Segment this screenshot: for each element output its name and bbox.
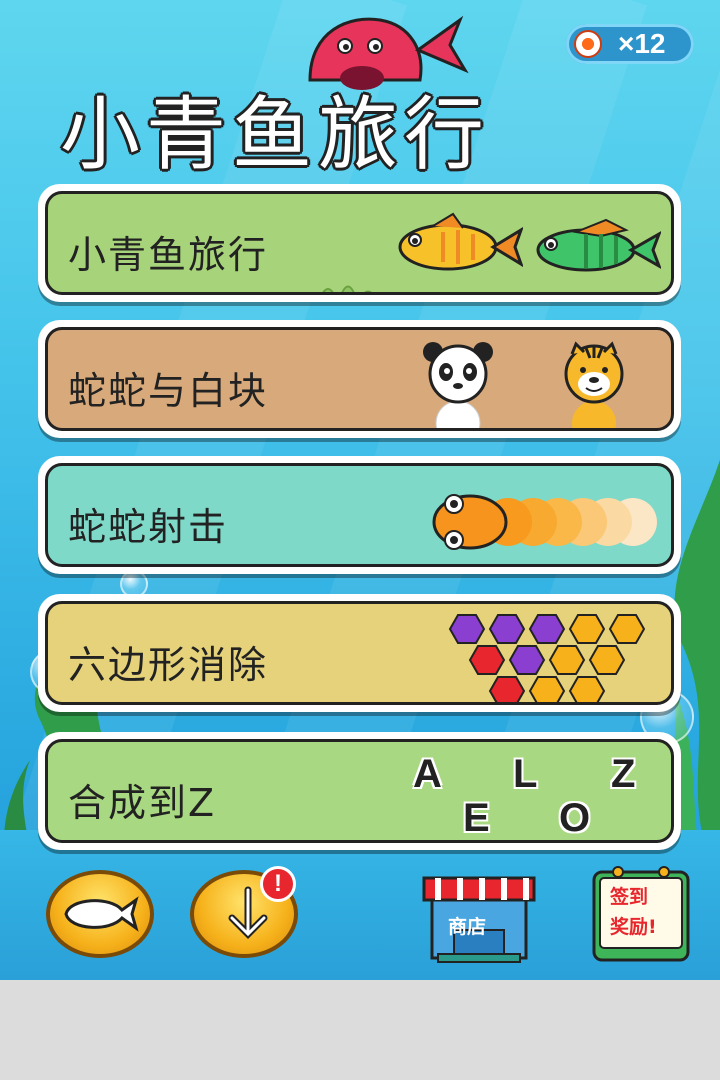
card-inner: 蛇蛇与白块 <box>45 327 674 431</box>
letter-tile: A <box>413 752 442 796</box>
green-fish-icon <box>536 218 661 272</box>
letter-tile: Z <box>611 752 636 796</box>
coin-count: ×12 <box>618 28 666 59</box>
game-card-label: 小青鱼旅行 <box>68 233 269 277</box>
game-card-merge-to-z[interactable]: 合成到Z A L Z E O <box>38 732 681 850</box>
card-inner: 小青鱼旅行 <box>45 191 674 295</box>
game-card-label: 蛇蛇与白块 <box>68 369 269 413</box>
snake-icon <box>432 494 657 550</box>
orange-fish-icon <box>398 212 523 271</box>
coin-icon <box>574 30 602 58</box>
tiger-icon <box>564 341 624 428</box>
letter-tile: O <box>559 796 591 840</box>
game-card-snake-shooter[interactable]: 蛇蛇射击 <box>38 456 681 574</box>
fish-icon <box>64 896 139 932</box>
coin-counter: ×12 <box>566 24 694 64</box>
card-inner: 六边形消除 <box>45 601 674 705</box>
checkin-reward-label: 奖励! <box>610 916 657 938</box>
fish-collection-button[interactable] <box>46 870 154 958</box>
letter-tile: L <box>513 752 538 796</box>
card-inner: 蛇蛇射击 <box>45 463 674 567</box>
game-card-fish-travel[interactable]: 小青鱼旅行 <box>38 184 681 302</box>
game-card-label: 蛇蛇射击 <box>68 505 229 549</box>
daily-checkin-button[interactable]: 签到 奖励! <box>588 862 694 964</box>
shop-button[interactable]: 商店 <box>420 868 538 964</box>
panda-icon <box>423 342 493 428</box>
game-card-snake-blocks[interactable]: 蛇蛇与白块 <box>38 320 681 438</box>
letter-tile: E <box>463 796 490 840</box>
card-inner: 合成到Z A L Z E O <box>45 739 674 843</box>
game-title: 小青鱼旅行 <box>60 88 490 181</box>
notification-badge: ! <box>260 866 296 902</box>
game-card-label: 六边形消除 <box>68 643 269 687</box>
hexagon-gems-icon <box>448 614 646 702</box>
shop-label: 商店 <box>448 916 487 938</box>
game-card-hexagon-match[interactable]: 六边形消除 <box>38 594 681 712</box>
letter-tiles: A L Z E O <box>413 752 671 840</box>
checkin-label: 签到 <box>610 886 649 908</box>
game-card-label: 合成到Z <box>68 781 217 825</box>
